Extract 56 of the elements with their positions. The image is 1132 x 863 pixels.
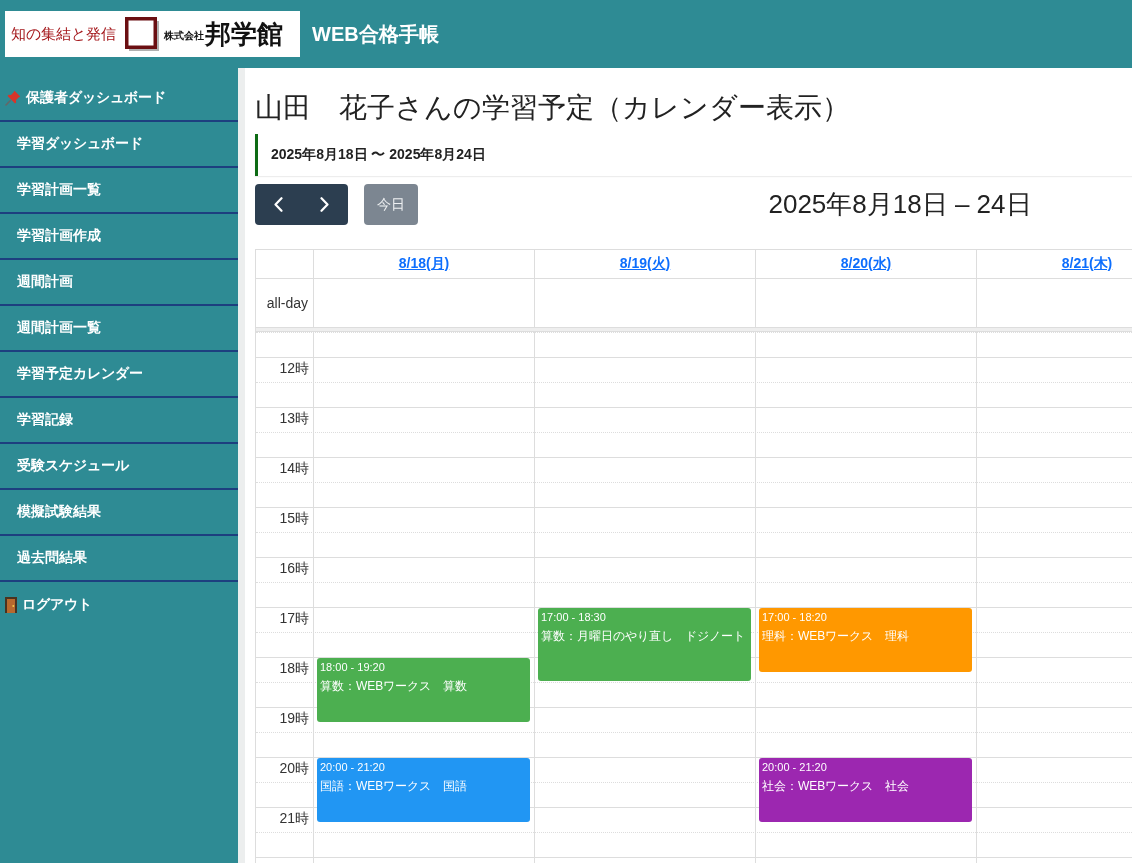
chevron-left-icon <box>273 197 283 212</box>
day-header-link[interactable]: 8/19(火) <box>619 255 671 273</box>
sidebar-item[interactable]: 学習ダッシュボード <box>0 122 238 168</box>
logout-link[interactable]: ログアウト <box>0 582 238 628</box>
event-title: 社会：WEBワークス 社会 <box>762 777 911 795</box>
sidebar-item[interactable]: 保護者ダッシュボード <box>0 76 238 122</box>
day-header-link[interactable]: 8/21(木) <box>1061 255 1113 273</box>
sidebar-item[interactable]: 週間計画 <box>0 260 238 306</box>
event-time: 20:00 - 21:20 <box>762 759 828 775</box>
calendar-event[interactable]: 20:00 - 21:20 社会：WEBワークス 社会 <box>759 757 972 823</box>
calendar-event[interactable]: 17:00 - 18:30 算数：月曜日のやり直し ドジノート <box>538 607 751 681</box>
day-header-link[interactable]: 8/20(水) <box>840 255 892 273</box>
logo-tagline: 知の集結と発信 <box>11 24 116 44</box>
event-time: 17:00 - 18:20 <box>762 609 828 625</box>
sidebar-item[interactable]: 過去問結果 <box>0 536 238 582</box>
chevron-right-icon <box>320 197 329 212</box>
time-label: 21時 <box>279 810 309 829</box>
time-label: 15時 <box>279 510 309 529</box>
day-header-link[interactable]: 8/18(月) <box>398 255 450 273</box>
sidebar-item[interactable]: 学習予定カレンダー <box>0 352 238 398</box>
sidebar-item[interactable]: 受験スケジュール <box>0 444 238 490</box>
time-label: 20時 <box>279 760 309 779</box>
time-label: 13時 <box>279 410 309 429</box>
square-frame-icon <box>125 17 159 51</box>
pushpin-icon <box>5 90 21 106</box>
sidebar-item[interactable]: 学習記録 <box>0 398 238 444</box>
logo-company-name: 邦学館 <box>205 18 283 51</box>
event-time: 17:00 - 18:30 <box>541 609 607 625</box>
time-label: 18時 <box>279 660 309 679</box>
calendar-event[interactable]: 17:00 - 18:20 理科：WEBワークス 理科 <box>759 607 972 673</box>
sidebar-item[interactable]: 模擬試験結果 <box>0 490 238 536</box>
sidebar-item[interactable]: 学習計画一覧 <box>0 168 238 214</box>
logo-company-type: 株式会社 <box>164 29 204 43</box>
time-label: 12時 <box>279 360 309 379</box>
event-title: 算数：WEBワークス 算数 <box>320 677 469 695</box>
time-label: 16時 <box>279 560 309 579</box>
date-range: 2025年8月18日 〜 2025年8月24日 <box>255 134 1132 176</box>
sidebar-item[interactable]: 週間計画一覧 <box>0 306 238 352</box>
app-title: WEB合格手帳 <box>312 21 439 47</box>
time-label: 19時 <box>279 710 309 729</box>
period-title: 2025年8月18日 – 24日 <box>768 188 1032 221</box>
event-title: 国語：WEBワークス 国語 <box>320 777 469 795</box>
time-label: 14時 <box>279 460 309 479</box>
calendar-event[interactable]: 20:00 - 21:20 国語：WEBワークス 国語 <box>317 757 530 823</box>
next-button[interactable] <box>301 184 348 225</box>
previous-button[interactable] <box>255 184 301 225</box>
event-title: 理科：WEBワークス 理科 <box>762 627 911 645</box>
event-time: 20:00 - 21:20 <box>320 759 386 775</box>
calendar-event[interactable]: 18:00 - 19:20 算数：WEBワークス 算数 <box>317 657 530 723</box>
event-title: 算数：月曜日のやり直し ドジノート <box>541 627 746 645</box>
time-label: 17時 <box>279 610 309 629</box>
sidebar-item[interactable]: 学習計画作成 <box>0 214 238 260</box>
event-time: 18:00 - 19:20 <box>320 659 386 675</box>
page-title: 山田 花子さんの学習予定（カレンダー表示） <box>255 91 851 125</box>
all-day-label: all-day <box>266 295 308 311</box>
door-icon <box>5 597 17 613</box>
